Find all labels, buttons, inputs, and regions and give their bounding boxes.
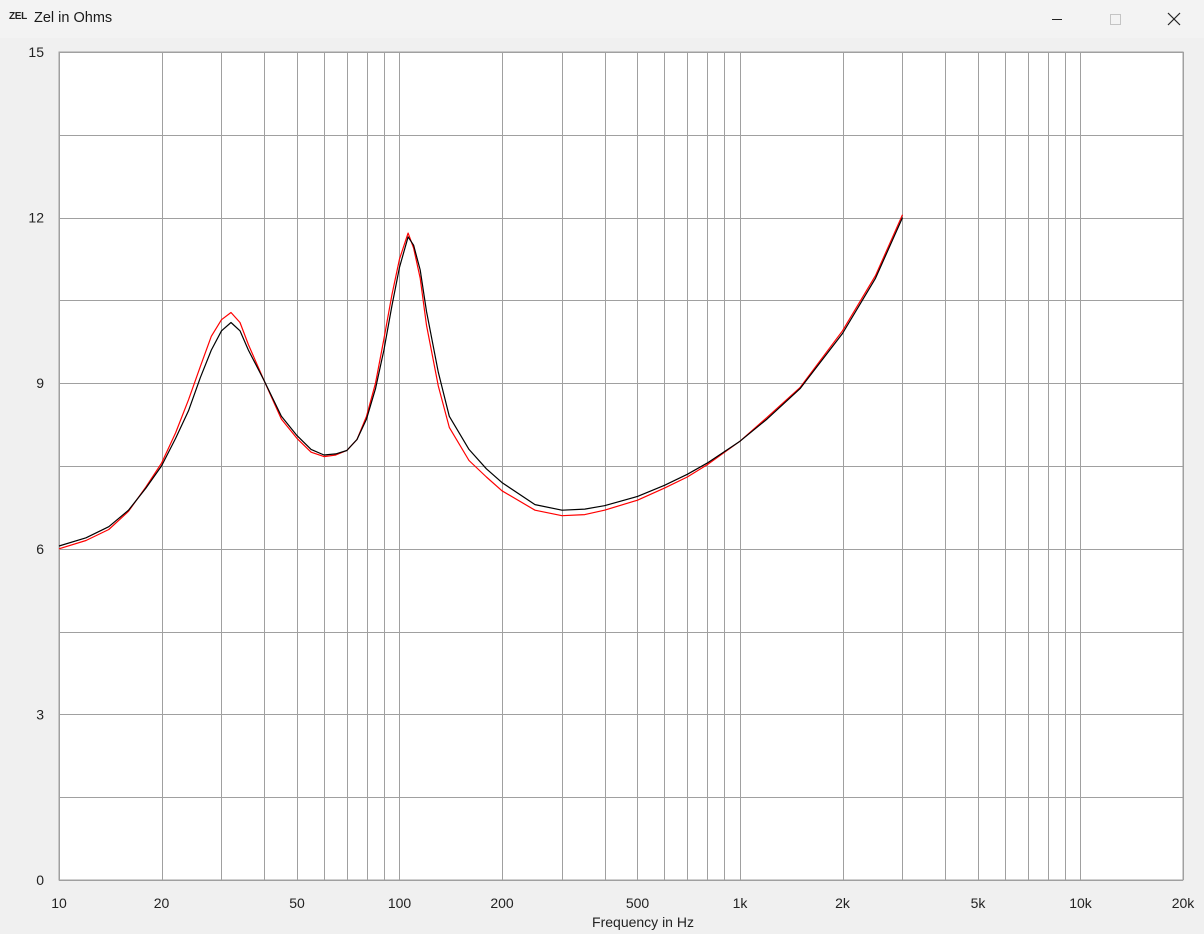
maximize-button[interactable]	[1086, 0, 1144, 38]
y-tick-label: 12	[28, 210, 44, 226]
y-tick-label: 15	[28, 44, 44, 60]
x-axis-label: Frequency in Hz	[592, 914, 694, 930]
close-button[interactable]	[1145, 0, 1203, 38]
maximize-icon	[1109, 13, 1121, 25]
x-tick-label: 2k	[835, 895, 851, 911]
x-tick-label: 1k	[733, 895, 749, 911]
app-icon: ZEL	[9, 11, 27, 22]
x-tick-label: 20k	[1172, 895, 1196, 911]
x-tick-labels: 10 20 50 100 200 500 1k 2k 5k 10k 20k	[51, 895, 1195, 911]
y-tick-labels: 0 3 6 9 12 15	[28, 44, 44, 888]
chart-area: 10 20 50 100 200 500 1k 2k 5k 10k 20k 0 3 6 9 12 15 Fre…	[0, 38, 1204, 934]
x-tick-label: 100	[388, 895, 412, 911]
x-tick-label: 5k	[971, 895, 987, 911]
title-bar[interactable]: ZEL Zel in Ohms	[0, 0, 1204, 38]
x-tick-label: 200	[490, 895, 514, 911]
y-tick-label: 0	[36, 872, 44, 888]
y-tick-label: 6	[36, 541, 44, 557]
x-tick-label: 10k	[1069, 895, 1093, 911]
x-tick-label: 500	[626, 895, 650, 911]
y-tick-label: 9	[36, 375, 44, 391]
minimize-button[interactable]	[1028, 0, 1086, 38]
close-icon	[1167, 12, 1181, 26]
x-tick-label: 10	[51, 895, 67, 911]
minimize-icon	[1052, 18, 1062, 20]
y-tick-label: 3	[36, 706, 44, 722]
x-tick-label: 50	[289, 895, 305, 911]
x-tick-label: 20	[154, 895, 170, 911]
impedance-chart: 10 20 50 100 200 500 1k 2k 5k 10k 20k 0 3 6 9 12 15 Fre…	[28, 44, 1195, 930]
window-title: Zel in Ohms	[34, 10, 113, 26]
